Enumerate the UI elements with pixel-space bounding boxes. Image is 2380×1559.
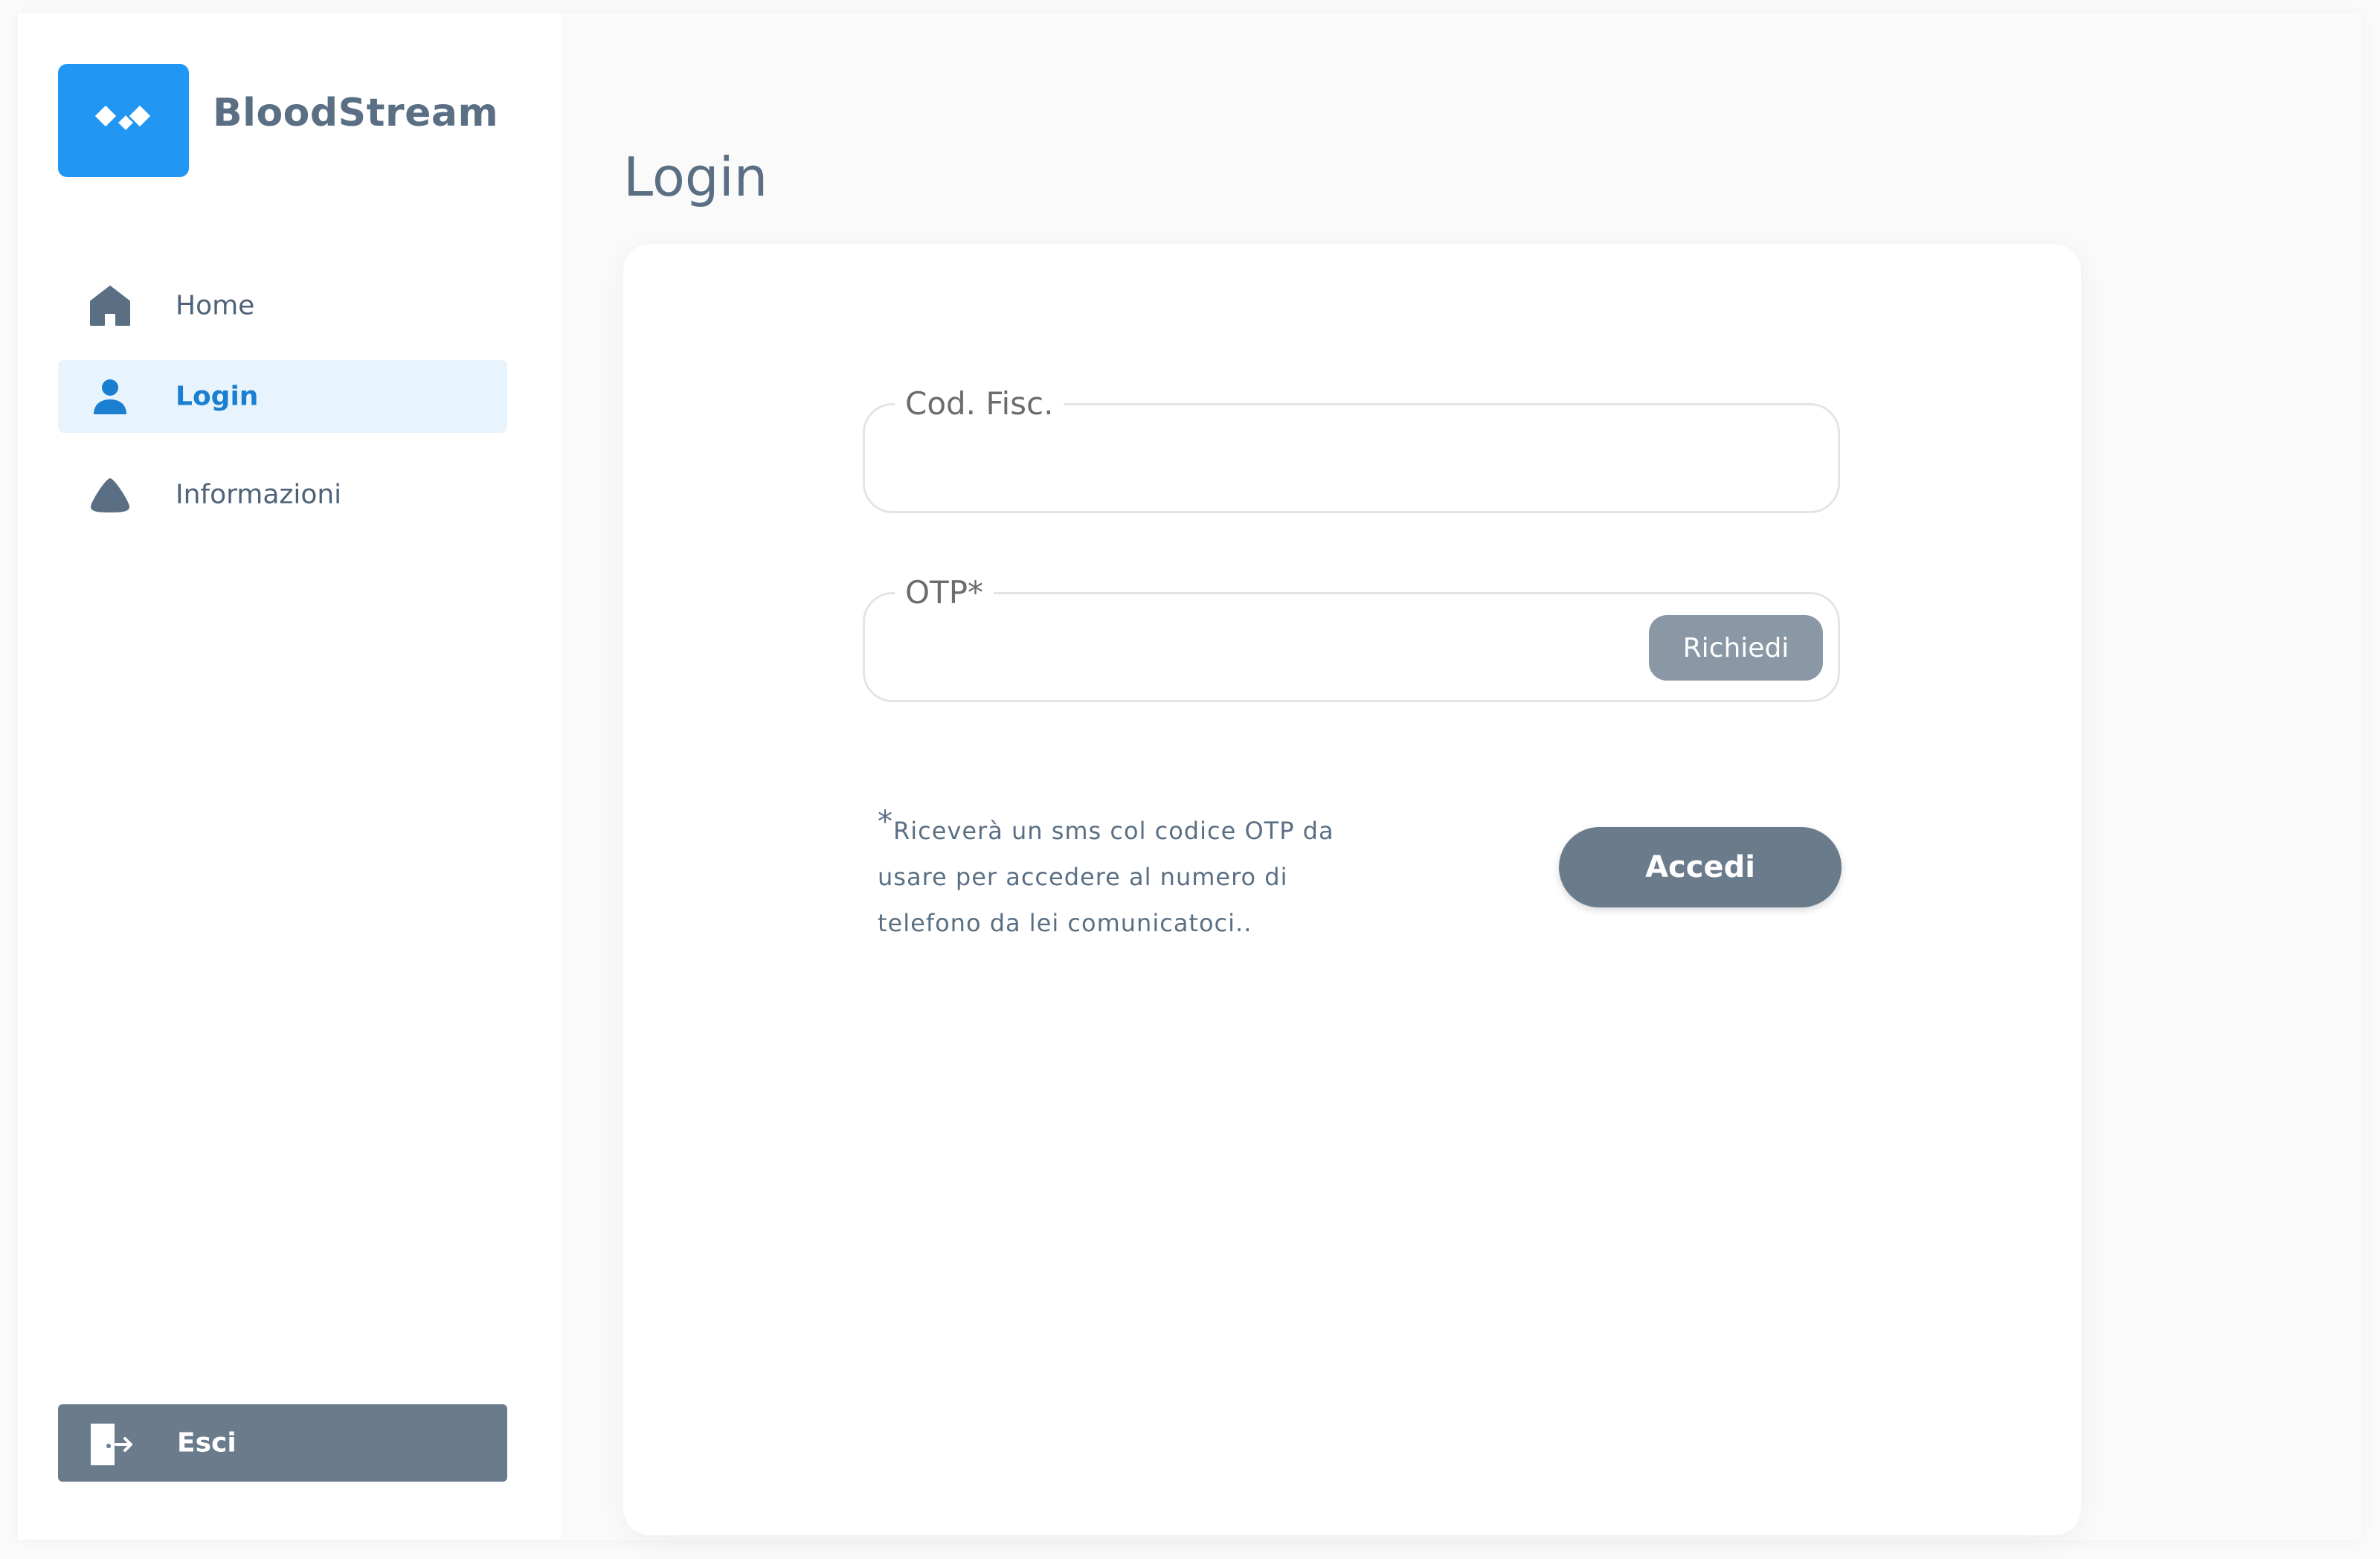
request-otp-button[interactable]: Richiedi <box>1649 615 1823 681</box>
otp-input[interactable] <box>902 624 1485 673</box>
otp-note: *Riceverà un sms col codice OTP da usare… <box>878 799 1339 946</box>
note-asterisk: * <box>878 805 893 839</box>
codfisc-label: Cod. Fisc. <box>895 382 1064 426</box>
otp-field[interactable]: OTP* Richiedi <box>863 570 1840 702</box>
note-text: Riceverà un sms col codice OTP da usare … <box>878 817 1334 937</box>
app-logo[interactable] <box>58 64 189 177</box>
codfisc-field[interactable]: Cod. Fisc. <box>863 382 1840 513</box>
sidebar-item-label: Login <box>176 381 259 412</box>
sidebar: BloodStream Home Login Informazioni Esci <box>18 13 561 1540</box>
codfisc-input[interactable] <box>902 435 1649 484</box>
otp-label: OTP* <box>895 570 994 615</box>
sidebar-item-home[interactable]: Home <box>58 269 507 342</box>
logout-label: Esci <box>177 1427 237 1459</box>
sidebar-item-login[interactable]: Login <box>58 360 507 433</box>
page-title: Login <box>623 146 768 208</box>
sidebar-item-informazioni[interactable]: Informazioni <box>58 458 507 531</box>
sidebar-item-label: Informazioni <box>176 479 342 510</box>
home-icon <box>88 283 132 328</box>
logout-icon <box>86 1421 134 1468</box>
user-icon <box>88 374 132 419</box>
login-card: Cod. Fisc. OTP* Richiedi *Riceverà un sm… <box>623 244 2081 1535</box>
logout-button[interactable]: Esci <box>58 1404 507 1482</box>
logo-diamonds-icon <box>95 105 151 130</box>
sidebar-item-label: Home <box>176 290 255 321</box>
brand-name: BloodStream <box>213 91 499 135</box>
login-button[interactable]: Accedi <box>1559 827 1842 907</box>
info-triangle-icon <box>88 472 132 517</box>
